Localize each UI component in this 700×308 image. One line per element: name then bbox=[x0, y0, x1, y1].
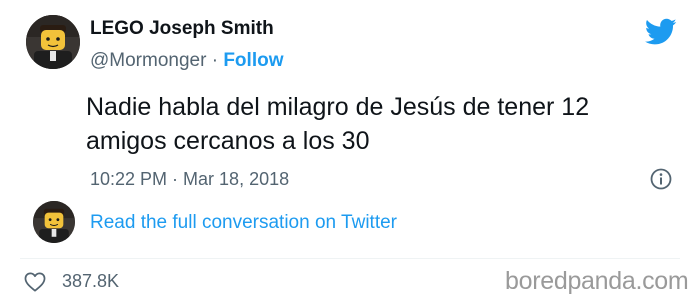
read-conversation-link[interactable]: Read the full conversation on Twitter bbox=[90, 212, 397, 234]
author-handle-line: @Mormonger · Follow bbox=[90, 50, 283, 72]
lego-minifigure-avatar bbox=[26, 15, 80, 69]
author-avatar-small bbox=[33, 201, 75, 243]
tweet-text: Nadie habla del milagro de Jesús de tene… bbox=[86, 90, 666, 158]
divider bbox=[20, 258, 680, 259]
lego-minifigure-avatar bbox=[33, 201, 75, 243]
author-avatar[interactable] bbox=[26, 15, 80, 69]
watermark: boredpanda.com bbox=[505, 267, 689, 295]
tweet-text-line: Nadie habla del milagro de Jesús de tene… bbox=[86, 93, 590, 121]
author-name[interactable]: LEGO Joseph Smith bbox=[90, 18, 274, 40]
tweet-timestamp[interactable]: 10:22 PM · Mar 18, 2018 bbox=[90, 169, 289, 190]
info-icon[interactable] bbox=[649, 167, 673, 191]
follow-button[interactable]: Follow bbox=[223, 50, 283, 71]
author-handle[interactable]: @Mormonger bbox=[90, 50, 206, 71]
heart-icon[interactable] bbox=[24, 272, 46, 292]
separator-dot: · bbox=[211, 50, 219, 71]
tweet-text-line: amigos cercanos a los 30 bbox=[86, 127, 370, 155]
twitter-bird-icon[interactable] bbox=[645, 18, 677, 46]
like-count: 387.8K bbox=[62, 271, 120, 291]
